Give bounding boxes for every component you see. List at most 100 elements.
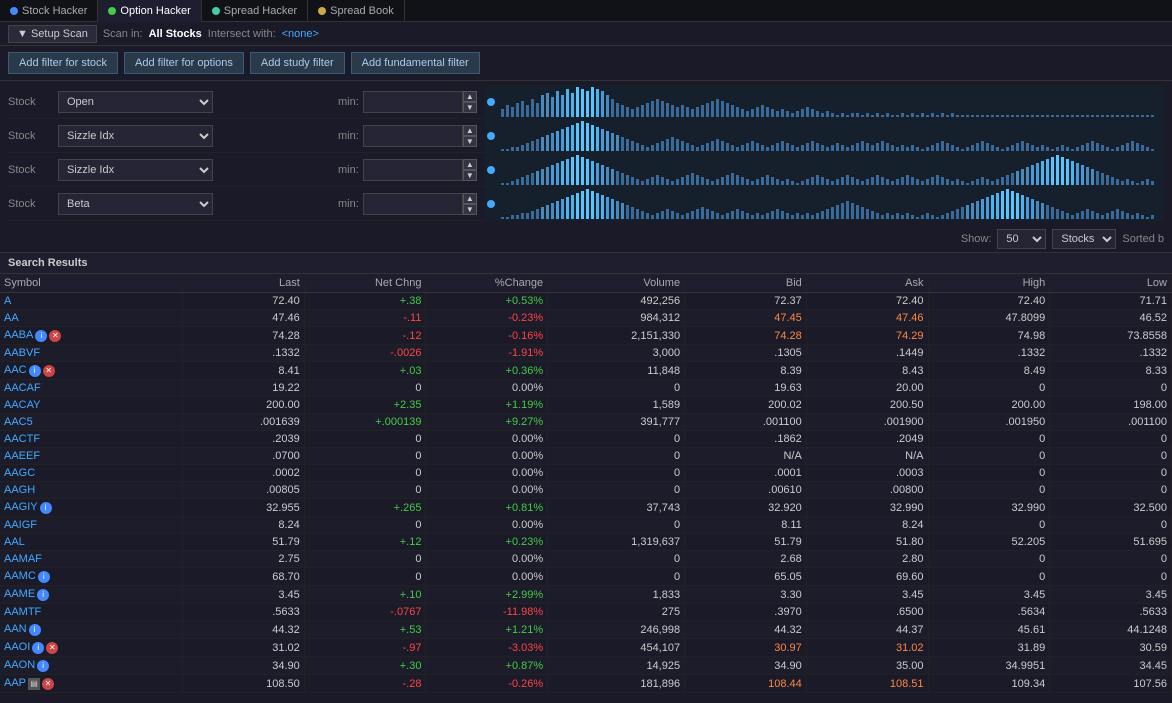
cell-symbol[interactable]: AABAi✕ [0, 327, 183, 345]
delete-icon[interactable]: ✕ [42, 678, 54, 690]
info-icon[interactable]: i [38, 571, 50, 583]
intersect-value[interactable]: <none> [282, 28, 319, 40]
filter-up-btn-2[interactable]: ▲ [463, 125, 477, 136]
filter-select-1[interactable]: Open [58, 91, 213, 113]
info-icon[interactable]: i [37, 660, 49, 672]
info-icon[interactable]: i [32, 642, 44, 654]
add-fundamental-filter-button[interactable]: Add fundamental filter [351, 52, 480, 74]
filter-down-btn-4[interactable]: ▼ [463, 204, 477, 215]
cell-ask: 32.990 [806, 499, 928, 517]
filter-up-btn-3[interactable]: ▲ [463, 159, 477, 170]
cell-symbol[interactable]: AABVF [0, 345, 183, 362]
cell-symbol[interactable]: AAMAF [0, 551, 183, 568]
cell-low: 3.45 [1050, 586, 1172, 604]
show-count-select[interactable]: 50 100 200 [997, 229, 1046, 249]
table-row: AAMEi 3.45 +.10 +2.99% 1,833 3.30 3.45 3… [0, 586, 1172, 604]
cell-symbol[interactable]: AAEEF [0, 448, 183, 465]
add-filter-options-button[interactable]: Add filter for options [124, 52, 244, 74]
col-header-high[interactable]: High [928, 274, 1050, 293]
delete-icon[interactable]: ✕ [43, 365, 55, 377]
cell-last: .0002 [183, 465, 305, 482]
cell-net: -.0026 [304, 345, 426, 362]
cell-symbol[interactable]: AAGC [0, 465, 183, 482]
table-scroll[interactable]: Symbol Last Net Chng %Change Volume Bid … [0, 274, 1172, 694]
filter-input-1[interactable] [363, 91, 463, 113]
cell-symbol[interactable]: AACTF [0, 431, 183, 448]
cell-high: 0 [928, 431, 1050, 448]
add-filter-stock-button[interactable]: Add filter for stock [8, 52, 118, 74]
tab-label-spread: Spread Hacker [224, 5, 297, 17]
col-header-last[interactable]: Last [183, 274, 305, 293]
table-row: AAMAF 2.75 0 0.00% 0 2.68 2.80 0 0 [0, 551, 1172, 568]
filter-input-3[interactable] [363, 159, 463, 181]
cell-symbol[interactable]: AAMEi [0, 586, 183, 604]
col-header-bid[interactable]: Bid [685, 274, 807, 293]
cell-ask: N/A [806, 448, 928, 465]
filter-select-wrap-2: Sizzle Idx [58, 125, 218, 147]
info-icon[interactable]: i [40, 502, 52, 514]
col-header-symbol[interactable]: Symbol [0, 274, 183, 293]
filter-up-btn-4[interactable]: ▲ [463, 193, 477, 204]
cell-ask: 44.37 [806, 621, 928, 639]
cell-symbol[interactable]: AAGH [0, 482, 183, 499]
scan-in-value[interactable]: All Stocks [149, 28, 202, 40]
cell-symbol[interactable]: AAP▤✕ [0, 675, 183, 693]
chart-4 [485, 187, 1164, 221]
cell-high: 34.9951 [928, 657, 1050, 675]
box-icon[interactable]: ▤ [28, 678, 40, 690]
filter-select-2[interactable]: Sizzle Idx [58, 125, 213, 147]
delete-icon[interactable]: ✕ [49, 330, 61, 342]
show-type-select[interactable]: Stocks ETFs [1052, 229, 1116, 249]
cell-net: +.000139 [304, 414, 426, 431]
filter-select-3[interactable]: Sizzle Idx [58, 159, 213, 181]
tab-stock-hacker[interactable]: Stock Hacker [0, 0, 98, 22]
table-row: AAGC .0002 0 0.00% 0 .0001 .0003 0 0 [0, 465, 1172, 482]
cell-symbol[interactable]: AAMCi [0, 568, 183, 586]
cell-last: .0700 [183, 448, 305, 465]
cell-ask: 51.80 [806, 534, 928, 551]
cell-symbol[interactable]: AAONi [0, 657, 183, 675]
col-header-low[interactable]: Low [1050, 274, 1172, 293]
cell-pct: -3.03% [426, 639, 548, 657]
filter-select-4[interactable]: Beta [58, 193, 213, 215]
info-icon[interactable]: i [37, 589, 49, 601]
info-icon[interactable]: i [29, 365, 41, 377]
scan-in-prefix: Scan in: [103, 28, 143, 40]
cell-bid: 34.90 [685, 657, 807, 675]
cell-symbol[interactable]: AANi [0, 621, 183, 639]
tab-spread-book[interactable]: Spread Book [308, 0, 405, 22]
col-header-netchng[interactable]: Net Chng [304, 274, 426, 293]
cell-symbol[interactable]: AAIGF [0, 517, 183, 534]
filter-down-btn-1[interactable]: ▼ [463, 102, 477, 113]
cell-volume: 391,777 [548, 414, 685, 431]
info-icon[interactable]: i [35, 330, 47, 342]
cell-symbol[interactable]: AAOIi✕ [0, 639, 183, 657]
filter-down-btn-2[interactable]: ▼ [463, 136, 477, 147]
table-row: AANi 44.32 +.53 +1.21% 246,998 44.32 44.… [0, 621, 1172, 639]
col-header-pctchange[interactable]: %Change [426, 274, 548, 293]
cell-symbol[interactable]: AAMTF [0, 604, 183, 621]
cell-symbol[interactable]: AA [0, 310, 183, 327]
cell-net: -.0767 [304, 604, 426, 621]
cell-symbol[interactable]: A [0, 293, 183, 310]
filter-up-btn-1[interactable]: ▲ [463, 91, 477, 102]
cell-bid: 108.44 [685, 675, 807, 693]
cell-symbol[interactable]: AACAY [0, 397, 183, 414]
setup-scan-button[interactable]: ▼ Setup Scan [8, 25, 97, 43]
tab-spread-hacker[interactable]: Spread Hacker [202, 0, 308, 22]
filter-input-4[interactable] [363, 193, 463, 215]
cell-symbol[interactable]: AAL [0, 534, 183, 551]
cell-symbol[interactable]: AACAF [0, 380, 183, 397]
cell-symbol[interactable]: AAC5 [0, 414, 183, 431]
tab-option-hacker[interactable]: Option Hacker [98, 0, 201, 22]
info-icon[interactable]: i [29, 624, 41, 636]
col-header-volume[interactable]: Volume [548, 274, 685, 293]
cell-symbol[interactable]: AACi✕ [0, 362, 183, 380]
filter-down-btn-3[interactable]: ▼ [463, 170, 477, 181]
delete-icon[interactable]: ✕ [46, 642, 58, 654]
cell-low: 34.45 [1050, 657, 1172, 675]
add-study-filter-button[interactable]: Add study filter [250, 52, 345, 74]
filter-input-2[interactable] [363, 125, 463, 147]
col-header-ask[interactable]: Ask [806, 274, 928, 293]
cell-symbol[interactable]: AAGIYi [0, 499, 183, 517]
